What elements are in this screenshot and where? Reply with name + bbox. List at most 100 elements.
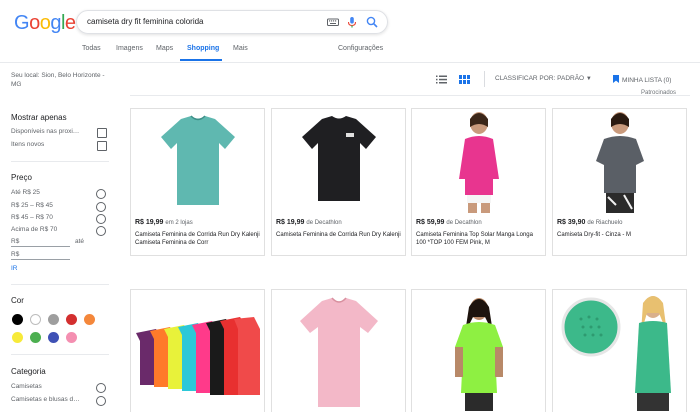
wishlist-button[interactable]: MINHA LISTA (0) bbox=[613, 75, 671, 84]
tab-todas[interactable]: Todas bbox=[82, 45, 101, 52]
filter-available-nearby[interactable]: Disponíveis nas proxi… bbox=[11, 128, 109, 139]
location-text: Seu local: Sion, Belo Horizonte - MG bbox=[11, 72, 105, 88]
product-card[interactable]: R$ 19,99 em 2 lojas Camiseta Feminina de… bbox=[130, 108, 265, 256]
radio-button[interactable] bbox=[96, 396, 106, 406]
wishlist-label: MINHA LISTA (0) bbox=[622, 77, 672, 84]
tshirt-image bbox=[299, 296, 378, 407]
product-card[interactable] bbox=[552, 289, 687, 412]
color-swatch-blue[interactable] bbox=[48, 332, 59, 343]
product-price: R$ 19,99 bbox=[135, 219, 164, 226]
results-divider bbox=[130, 95, 690, 96]
tab-configuracoes[interactable]: Configurações bbox=[338, 45, 383, 52]
price-range-2[interactable]: R$ 25 – R$ 45 bbox=[11, 202, 109, 213]
product-card[interactable]: R$ 19,99 de Decathlon Camiseta Feminina … bbox=[271, 108, 406, 256]
price-min-input[interactable]: R$ bbox=[11, 238, 19, 245]
filter-label: Itens novos bbox=[11, 141, 45, 148]
color-swatch-pink[interactable] bbox=[66, 332, 77, 343]
sort-label: CLASSIFICAR POR: PADRÃO bbox=[495, 75, 585, 82]
product-image[interactable] bbox=[412, 109, 545, 213]
logo-letter: e bbox=[64, 12, 76, 34]
price-range-1[interactable]: Até R$ 25 bbox=[11, 189, 109, 200]
toolbar-divider bbox=[484, 71, 485, 87]
price-min-underline bbox=[11, 246, 70, 247]
logo-letter: o bbox=[39, 12, 51, 34]
price-range-3[interactable]: R$ 45 – R$ 70 bbox=[11, 214, 109, 225]
color-swatch-yellow[interactable] bbox=[12, 332, 23, 343]
tshirt-image bbox=[160, 115, 235, 205]
filter-new-items[interactable]: Itens novos bbox=[11, 141, 109, 152]
product-title[interactable]: Camiseta Feminina de Corrida Run Dry Kal… bbox=[135, 231, 263, 247]
radio-button[interactable] bbox=[96, 383, 106, 393]
radio-button[interactable] bbox=[96, 189, 106, 199]
color-swatch-black[interactable] bbox=[12, 314, 23, 325]
price-max-input[interactable]: R$ bbox=[11, 251, 19, 258]
list-view-icon[interactable] bbox=[436, 75, 447, 84]
product-card[interactable] bbox=[130, 289, 265, 412]
color-swatch-green[interactable] bbox=[30, 332, 41, 343]
tshirts-pile-image bbox=[135, 316, 260, 395]
color-swatch-red[interactable] bbox=[66, 314, 77, 325]
filter-title-color: Cor bbox=[11, 296, 24, 305]
price-range-4[interactable]: Acima de R$ 70 bbox=[11, 226, 109, 237]
tab-mais[interactable]: Mais bbox=[233, 45, 248, 52]
filter-divider bbox=[11, 354, 109, 355]
model-image bbox=[561, 295, 671, 411]
product-card[interactable] bbox=[411, 289, 546, 412]
product-price: R$ 39,90 bbox=[557, 219, 586, 226]
product-card[interactable] bbox=[271, 289, 406, 412]
product-image[interactable] bbox=[412, 290, 545, 412]
product-seller: em 2 lojas bbox=[165, 220, 193, 226]
keyboard-icon[interactable] bbox=[326, 15, 340, 29]
tshirt-image bbox=[301, 116, 376, 201]
radio-button[interactable] bbox=[96, 214, 106, 224]
radio-button[interactable] bbox=[96, 202, 106, 212]
product-image[interactable] bbox=[272, 290, 405, 412]
apply-price-button[interactable]: IR bbox=[11, 265, 18, 272]
product-seller: de Riachuelo bbox=[587, 220, 623, 226]
product-image[interactable] bbox=[131, 109, 264, 213]
product-title[interactable]: Camiseta Dry-fit - Cinza - M bbox=[557, 231, 685, 239]
microphone-icon[interactable] bbox=[345, 15, 359, 29]
model-image bbox=[458, 112, 499, 213]
product-price-row: R$ 19,99 de Decathlon bbox=[276, 219, 342, 226]
product-title[interactable]: Camiseta Feminina de Corrida Run Dry Kal… bbox=[276, 231, 404, 239]
color-swatch-orange[interactable] bbox=[84, 314, 95, 325]
product-price-row: R$ 39,90 de Riachuelo bbox=[557, 219, 622, 226]
sort-dropdown[interactable]: CLASSIFICAR POR: PADRÃO ▼ bbox=[495, 75, 592, 82]
search-box[interactable]: camiseta dry fit feminina colorida bbox=[76, 10, 388, 34]
filter-label: Acima de R$ 70 bbox=[11, 226, 58, 233]
search-icon[interactable] bbox=[365, 15, 379, 29]
checkbox[interactable] bbox=[97, 128, 107, 138]
product-image[interactable] bbox=[131, 290, 264, 412]
category-camisetas-blusas[interactable]: Camisetas e blusas d… bbox=[11, 396, 109, 407]
radio-button[interactable] bbox=[96, 226, 106, 236]
tab-imagens[interactable]: Imagens bbox=[116, 45, 143, 52]
grid-view-icon[interactable] bbox=[459, 75, 470, 84]
color-swatch-gray[interactable] bbox=[48, 314, 59, 325]
google-logo[interactable]: Google bbox=[14, 12, 76, 35]
tab-maps[interactable]: Maps bbox=[156, 45, 173, 52]
filter-title-category: Categoria bbox=[11, 367, 46, 376]
product-card[interactable]: R$ 39,90 de Riachuelo Camiseta Dry-fit -… bbox=[552, 108, 687, 256]
product-price-row: R$ 59,99 de Decathlon bbox=[416, 219, 482, 226]
tab-shopping[interactable]: Shopping bbox=[187, 45, 219, 52]
product-price: R$ 19,99 bbox=[276, 219, 305, 226]
product-price-row: R$ 19,99 em 2 lojas bbox=[135, 219, 193, 226]
filter-divider bbox=[11, 284, 109, 285]
color-swatch-white[interactable] bbox=[30, 314, 41, 325]
logo-letter: G bbox=[14, 12, 30, 34]
category-camisetas[interactable]: Camisetas bbox=[11, 383, 109, 394]
product-image[interactable] bbox=[553, 109, 686, 213]
checkbox[interactable] bbox=[97, 141, 107, 151]
filter-label: Camisetas e blusas d… bbox=[11, 396, 80, 403]
filter-label: R$ 45 – R$ 70 bbox=[11, 214, 53, 221]
product-seller: de Decathlon bbox=[306, 220, 342, 226]
product-image[interactable] bbox=[272, 109, 405, 213]
active-tab-indicator bbox=[180, 59, 222, 61]
filter-divider bbox=[11, 161, 109, 162]
search-input[interactable]: camiseta dry fit feminina colorida bbox=[87, 17, 204, 26]
price-to-label: até bbox=[75, 238, 85, 245]
product-card[interactable]: R$ 59,99 de Decathlon Camiseta Feminina … bbox=[411, 108, 546, 256]
product-title[interactable]: Camiseta Feminina Top Solar Manga Longa … bbox=[416, 231, 544, 247]
product-image[interactable] bbox=[553, 290, 686, 412]
